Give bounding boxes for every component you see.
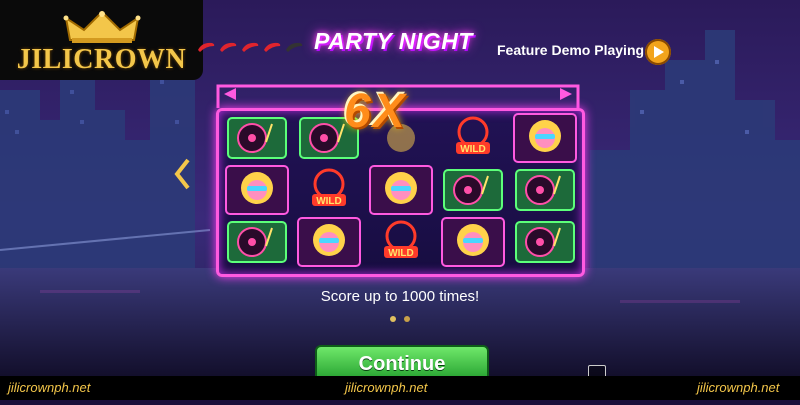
turntable-icon <box>515 221 575 263</box>
footer-link-left[interactable]: jilicrownph.net <box>8 380 90 395</box>
turntable-icon <box>443 169 503 211</box>
wild-dj-icon: WILD <box>312 168 346 207</box>
chili-icon <box>264 42 281 52</box>
brand-logo-text: JILICROWN <box>16 44 187 75</box>
crown-icon <box>63 10 141 43</box>
multiplier-text: 6X <box>344 85 407 138</box>
pagination-dot[interactable] <box>404 316 410 322</box>
play-icon <box>654 46 664 58</box>
volatility-rating <box>196 40 304 54</box>
footer-link-center[interactable]: jilicrownph.net <box>345 380 427 395</box>
footer-link-right[interactable]: jilicrownph.net <box>697 380 779 395</box>
turntable-icon <box>227 117 287 159</box>
play-demo-button[interactable] <box>645 39 671 65</box>
party-girl-icon <box>369 165 433 215</box>
brand-logo: JILICROWN <box>0 0 203 80</box>
chili-icon <box>220 42 237 52</box>
wild-label: WILD <box>388 248 414 259</box>
pagination-dots <box>390 316 410 322</box>
previous-slide-arrow[interactable] <box>174 158 190 190</box>
wild-label: WILD <box>460 144 486 155</box>
wild-dj-icon: WILD <box>384 220 418 259</box>
chili-icon-empty <box>286 42 303 52</box>
chili-icon <box>242 42 259 52</box>
chili-icon <box>198 42 215 52</box>
party-girl-icon <box>513 113 577 163</box>
wild-dj-icon: WILD <box>456 116 490 155</box>
feature-caption: Score up to 1000 times! <box>320 288 480 305</box>
turntable-icon <box>227 221 287 263</box>
footer-bar: jilicrownph.net jilicrownph.net jilicrow… <box>0 376 800 400</box>
party-girl-icon <box>297 217 361 267</box>
pagination-dot[interactable] <box>390 316 396 322</box>
game-title: PARTY NIGHT <box>314 28 473 54</box>
party-girl-icon <box>225 165 289 215</box>
wild-label: WILD <box>316 196 342 207</box>
party-girl-icon <box>441 217 505 267</box>
turntable-icon <box>515 169 575 211</box>
demo-status-label: Feature Demo Playing <box>497 42 645 58</box>
